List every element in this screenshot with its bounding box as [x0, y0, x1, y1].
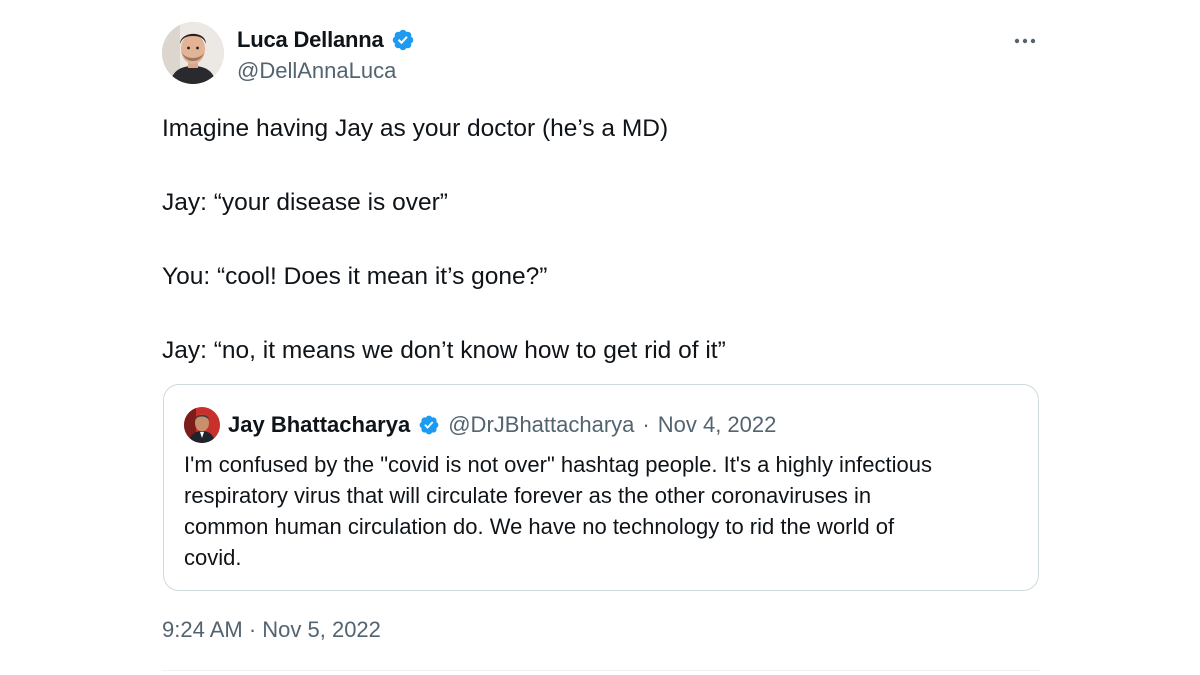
- more-options-button[interactable]: [1008, 30, 1042, 52]
- author-name[interactable]: Luca Dellanna: [237, 27, 384, 53]
- tweet-line: Jay: “no, it means we don’t know how to …: [162, 337, 726, 364]
- quoted-tweet-date[interactable]: Nov 4, 2022: [658, 412, 777, 438]
- tweet-line: You: “cool! Does it mean it’s gone?”: [162, 263, 548, 290]
- tweet-header: Luca Dellanna @DellAnnaLuca: [162, 22, 1042, 86]
- quoted-tweet-header: Jay Bhattacharya @DrJBhattacharya · Nov …: [184, 407, 776, 443]
- tweet-line: Imagine having Jay as your doctor (he’s …: [162, 115, 669, 142]
- divider: [162, 670, 1040, 671]
- tweet-line: Jay: “your disease is over”: [162, 189, 448, 216]
- verified-badge-icon: [419, 415, 439, 435]
- quoted-tweet-text: I'm confused by the "covid is not over" …: [184, 449, 1020, 573]
- quoted-tweet-line: covid.: [184, 545, 242, 570]
- portrait-man-avatar-icon: [162, 22, 224, 84]
- quoted-tweet-card[interactable]: Jay Bhattacharya @DrJBhattacharya · Nov …: [163, 384, 1039, 591]
- verified-badge-icon: [392, 29, 413, 51]
- quoted-author-avatar[interactable]: [184, 407, 220, 443]
- author-name-row: Luca Dellanna: [237, 27, 415, 53]
- quoted-author-name[interactable]: Jay Bhattacharya: [228, 412, 410, 438]
- quoted-tweet-line: respiratory virus that will circulate fo…: [184, 483, 872, 508]
- quoted-tweet-line: I'm confused by the "covid is not over" …: [184, 452, 932, 477]
- tweet-text: Imagine having Jay as your doctor (he’s …: [162, 110, 1042, 369]
- more-horizontal-icon: [1014, 38, 1036, 44]
- portrait-man-suit-avatar-icon: [184, 407, 220, 443]
- quoted-tweet-line: common human circulation do. We have no …: [184, 514, 895, 539]
- author-handle[interactable]: @DellAnnaLuca: [237, 58, 396, 84]
- separator-dot: ·: [642, 412, 650, 437]
- author-avatar[interactable]: [162, 22, 224, 84]
- quoted-author-handle[interactable]: @DrJBhattacharya: [448, 412, 634, 438]
- tweet-timestamp[interactable]: 9:24 AM · Nov 5, 2022: [162, 617, 381, 643]
